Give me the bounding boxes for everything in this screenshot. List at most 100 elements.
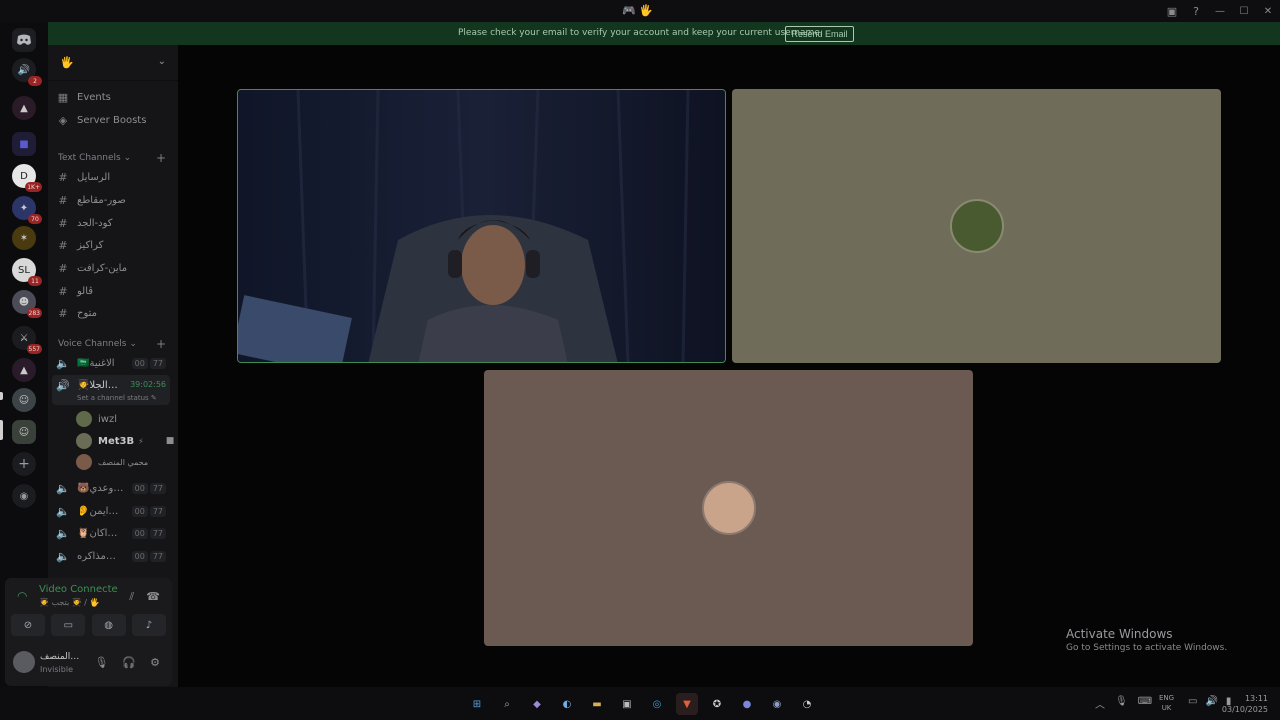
- folder-icon[interactable]: ▬: [586, 693, 608, 715]
- channel-item[interactable]: # ماين-كرافت: [54, 258, 127, 278]
- text-channels-label: Text Channels: [58, 153, 121, 163]
- discord-home-icon[interactable]: [12, 28, 36, 52]
- gamepad-icon[interactable]: ◆: [526, 693, 548, 715]
- channel-item[interactable]: # صور-مقاطع: [54, 190, 125, 210]
- activity-button[interactable]: ◍: [91, 614, 126, 636]
- camera-feed: [238, 90, 725, 362]
- microphone-icon[interactable]: 🎙: [94, 656, 108, 669]
- channel-label: كراكيز: [77, 239, 104, 251]
- server-icon-triangle-2[interactable]: ▲: [12, 358, 36, 382]
- server-header[interactable]: 🖐 ⌄: [48, 45, 178, 81]
- clock-date: 03/10/2025: [1221, 705, 1268, 714]
- voice-channel-item[interactable]: 🔈 👂ايمن…: [54, 501, 118, 521]
- volume-icon[interactable]: 🔊: [1205, 696, 1217, 707]
- video-tile-kermit[interactable]: [732, 89, 1221, 363]
- search-icon[interactable]: ⌕: [496, 693, 518, 715]
- server-icon-sword[interactable]: ⚔ 557: [12, 326, 42, 354]
- chevron-up-icon[interactable]: ︿: [1095, 696, 1105, 711]
- headphones-icon[interactable]: 🎧: [122, 656, 136, 669]
- screen-share-button[interactable]: ▭: [51, 614, 86, 636]
- voice-channel-item[interactable]: 🔈 مذاكره…: [54, 546, 116, 566]
- voice-channel-label: 🧑‍🎓الجلا…: [77, 379, 118, 391]
- brave-icon[interactable]: ▼: [676, 693, 698, 715]
- store-icon[interactable]: ▣: [616, 693, 638, 715]
- keyboard-icon[interactable]: ⌨: [1138, 696, 1152, 711]
- voice-channel-item-active[interactable]: 🔊 🧑‍🎓الجلا…: [54, 375, 118, 395]
- inbox-icon[interactable]: ▣: [1160, 0, 1184, 22]
- start-icon[interactable]: ⊞: [466, 693, 488, 715]
- voice-member[interactable]: Met3B ⚡ ■: [76, 431, 174, 451]
- add-voice-channel-icon[interactable]: +: [156, 337, 166, 351]
- activity-icon: ⚡: [138, 436, 144, 446]
- steam-icon[interactable]: ◉: [766, 693, 788, 715]
- title-bar-controls: ▣ ? — ☐ ✕: [1160, 0, 1280, 22]
- display-icon[interactable]: ▭: [1188, 696, 1197, 707]
- folder-icon[interactable]: ■: [12, 132, 36, 156]
- camera-icon: ■: [165, 436, 175, 446]
- resend-email-button[interactable]: Resend Email: [785, 26, 854, 42]
- voice-channel-item[interactable]: 🔈 🇸🇦الاغنية: [54, 353, 114, 373]
- disconnect-icon[interactable]: ☎: [146, 590, 160, 604]
- server-icon-person[interactable]: ☻ 283: [12, 290, 42, 318]
- set-channel-status[interactable]: Set a channel status ✎: [77, 394, 157, 402]
- app-icon[interactable]: ◔: [796, 693, 818, 715]
- microphone-icon[interactable]: 🎙: [1115, 696, 1128, 711]
- voice-channels-category[interactable]: Voice Channels ⌄: [58, 339, 137, 349]
- channel-item[interactable]: # متوح: [54, 303, 97, 323]
- server-icon-group[interactable]: ☺: [12, 388, 36, 412]
- channel-label: الرسايل: [77, 171, 111, 183]
- pencil-icon: ✎: [150, 394, 157, 402]
- video-tile-camera[interactable]: [237, 89, 726, 363]
- banner-message: Please check your email to verify your a…: [458, 28, 823, 38]
- help-icon[interactable]: ?: [1184, 0, 1208, 22]
- steam-cog-icon[interactable]: ✪: [706, 693, 728, 715]
- server-icon-current[interactable]: ☺: [12, 420, 36, 444]
- discord-icon[interactable]: ●: [736, 693, 758, 715]
- hash-icon: #: [58, 238, 68, 252]
- video-tile-face[interactable]: [484, 370, 973, 646]
- member-name: iwzl: [98, 413, 117, 425]
- activate-subtitle: Go to Settings to activate Windows.: [1066, 643, 1228, 653]
- clock[interactable]: 13:11 03/10/2025: [1222, 693, 1268, 715]
- soundboard-button[interactable]: ♪: [131, 614, 166, 636]
- channel-item[interactable]: # الرسايل: [54, 167, 110, 187]
- voice-member[interactable]: محمي المنصف: [76, 452, 148, 472]
- server-icon-voice[interactable]: 🔊 2: [12, 58, 42, 86]
- avatar[interactable]: [13, 651, 35, 673]
- edge-icon[interactable]: ◎: [646, 693, 668, 715]
- voice-member[interactable]: iwzl: [76, 409, 117, 429]
- close-button[interactable]: ✕: [1256, 0, 1280, 22]
- channel-item[interactable]: # كود-الجد: [54, 213, 112, 233]
- explore-icon[interactable]: ◉: [12, 484, 36, 508]
- hash-icon: #: [58, 216, 68, 230]
- camera-off-button[interactable]: ⊘: [11, 614, 45, 636]
- server-icon-d[interactable]: D 1K+: [12, 164, 42, 192]
- minimize-button[interactable]: —: [1208, 0, 1232, 22]
- server-name: 🖐: [60, 56, 74, 69]
- boost-icon: ◈: [58, 113, 68, 127]
- add-text-channel-icon[interactable]: +: [156, 151, 166, 165]
- title-bar: 🎮 🖐 ▣ ? — ☐ ✕: [0, 0, 1280, 22]
- copilot-icon[interactable]: ◐: [556, 693, 578, 715]
- voice-status[interactable]: Video Connecte: [39, 584, 118, 595]
- voice-channel-item[interactable]: 🔈 🐻وعدي…: [54, 478, 123, 498]
- add-server-icon[interactable]: +: [12, 452, 36, 476]
- channel-item[interactable]: # ڤالو: [54, 281, 93, 301]
- server-icon-gold[interactable]: ✶: [12, 226, 36, 250]
- channel-item[interactable]: # كراكيز: [54, 235, 103, 255]
- user-controls: 🎙 🎧 ⚙: [94, 656, 160, 669]
- events-link[interactable]: ▦ Events: [54, 87, 111, 107]
- server-icon-sl[interactable]: SL 11: [12, 258, 42, 286]
- server-icon-triangle[interactable]: ▲: [12, 96, 36, 120]
- gear-icon[interactable]: ⚙: [150, 656, 160, 669]
- voice-user-count: 00 77: [131, 483, 166, 494]
- unread-pill: [0, 392, 3, 400]
- language-indicator[interactable]: ENG UK: [1159, 693, 1174, 713]
- noise-suppression-icon[interactable]: ⫽: [129, 590, 134, 604]
- speaker-icon: 🔈: [56, 504, 70, 518]
- server-icon-blue[interactable]: ✦ 70: [12, 196, 42, 224]
- maximize-button[interactable]: ☐: [1232, 0, 1256, 22]
- text-channels-category[interactable]: Text Channels ⌄: [58, 153, 131, 163]
- server-boosts-link[interactable]: ◈ Server Boosts: [54, 110, 147, 130]
- voice-channel-item[interactable]: 🔈 🦉اكان…: [54, 523, 117, 543]
